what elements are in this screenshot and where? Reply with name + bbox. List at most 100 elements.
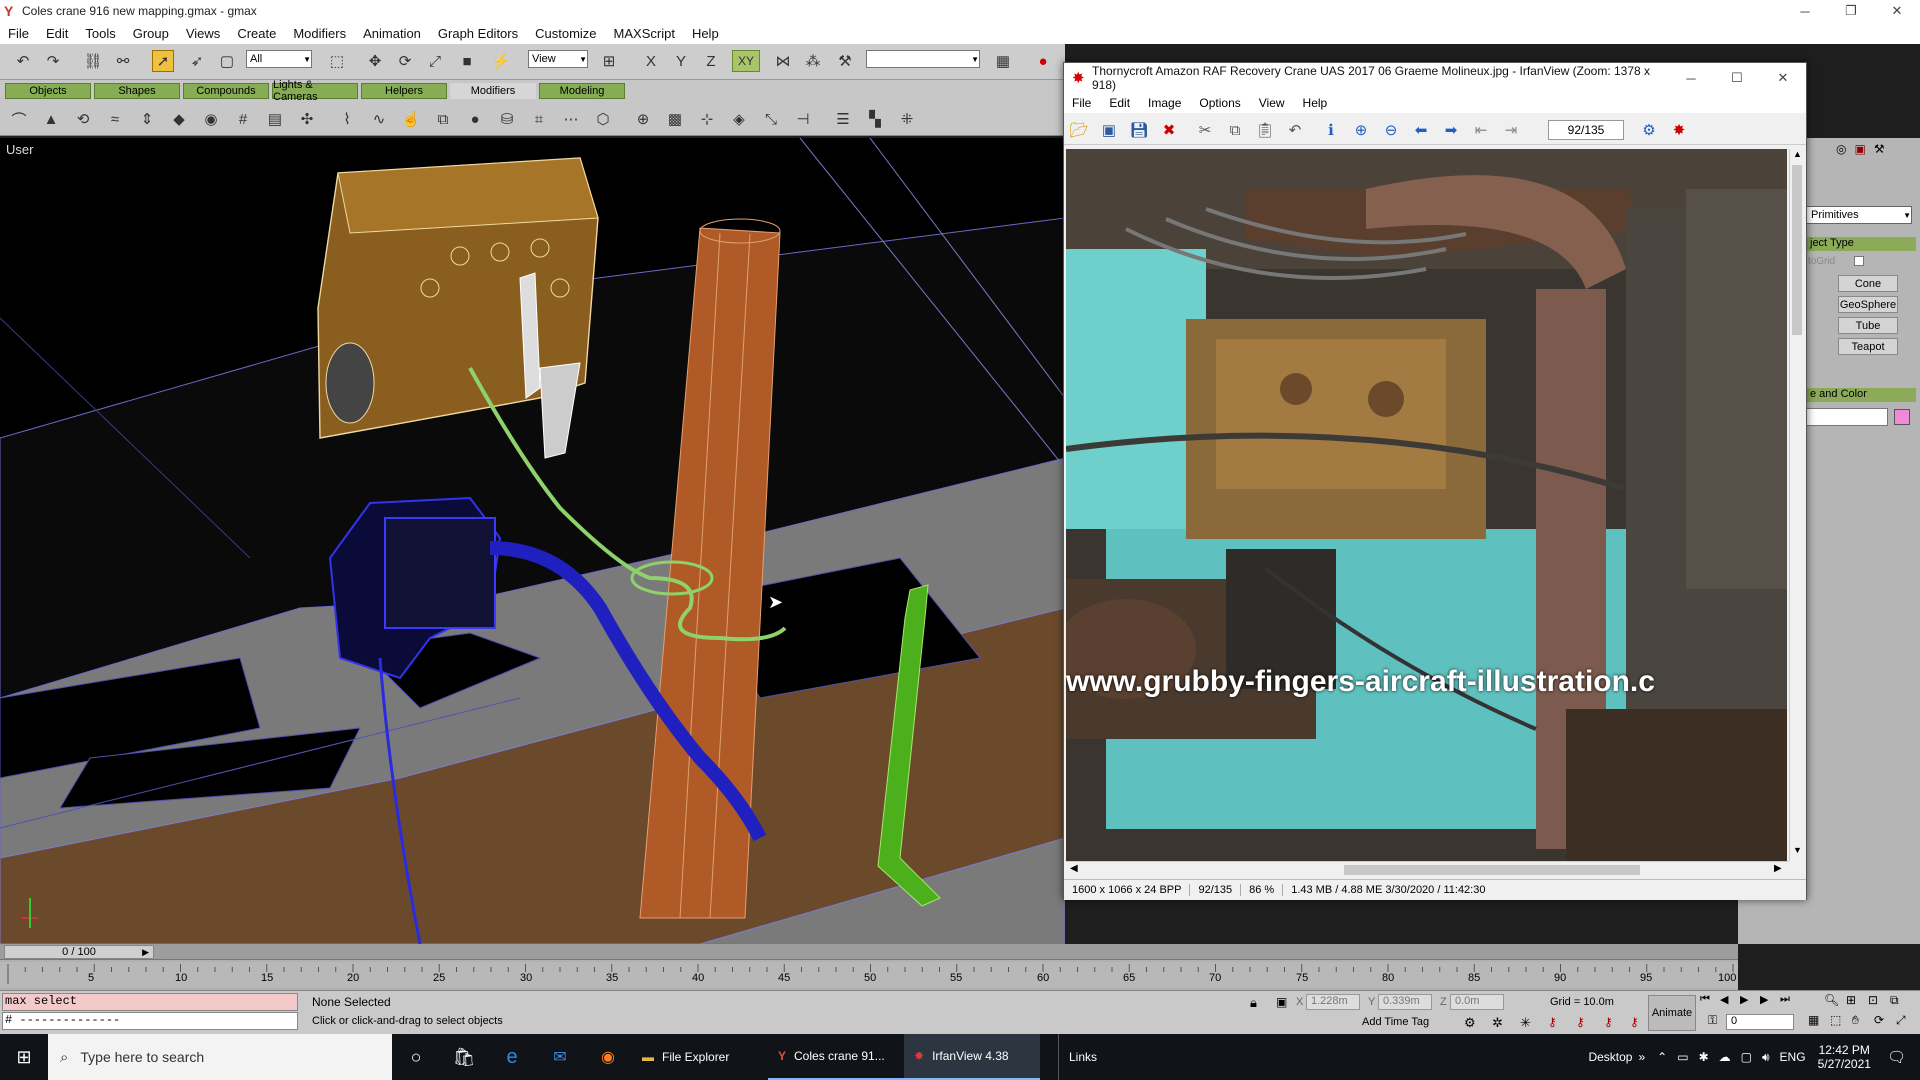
slideshow-icon[interactable]: ▣ — [1098, 119, 1120, 141]
play-icon[interactable]: ▶ — [1740, 993, 1748, 1006]
close-button[interactable]: ✕ — [1874, 0, 1920, 22]
pivot-icon[interactable]: ⊞ — [598, 50, 620, 72]
path-icon[interactable]: ⤡ — [760, 108, 782, 130]
tab-compounds[interactable]: Compounds — [183, 83, 269, 99]
lattice-icon[interactable]: # — [232, 108, 254, 130]
ref-coord-dropdown[interactable]: View ▼ — [528, 50, 588, 68]
scroll-up-icon[interactable]: ▲ — [1793, 149, 1802, 159]
autogrid-checkbox[interactable] — [1854, 256, 1864, 266]
rotate-icon[interactable]: ⟳ — [394, 50, 416, 72]
taskbar-search-box[interactable]: ⌕ Type here to search — [48, 1034, 392, 1080]
save-icon[interactable]: 💾︎ — [1128, 119, 1150, 141]
menu-file[interactable]: File — [8, 26, 29, 41]
utilities-icon[interactable]: ▣ — [1854, 142, 1865, 164]
edit-mesh-icon[interactable]: ⌇ — [336, 108, 358, 130]
tab-modeling[interactable]: Modeling — [539, 83, 625, 99]
menu-tools[interactable]: Tools — [85, 26, 115, 41]
rollout-object-type[interactable]: ject Type — [1806, 237, 1916, 251]
menu-graph-editors[interactable]: Graph Editors — [438, 26, 518, 41]
category-dropdown[interactable]: Primitives ▼ — [1806, 206, 1912, 224]
cylinder-icon[interactable]: ⛁ — [496, 108, 518, 130]
z-coordinate-field[interactable]: 0.0m — [1450, 994, 1504, 1010]
tab-shapes[interactable]: Shapes — [94, 83, 180, 99]
key-mode-icon[interactable]: ⚿ — [1708, 1013, 1717, 1028]
unwrap-icon[interactable]: ⌗ — [528, 108, 550, 130]
sphere-wire-icon[interactable]: ⊕ — [632, 108, 654, 130]
object-color-swatch[interactable] — [1894, 409, 1910, 425]
layer-icon[interactable]: ▦ — [992, 50, 1014, 72]
track-bar[interactable]: 5 10 15 20 25 30 35 40 45 50 55 60 65 70… — [0, 962, 1738, 988]
horizontal-scrollbar[interactable]: ◀ ▶ — [1066, 861, 1789, 877]
taskbar-file-explorer[interactable]: ▬ File Explorer — [632, 1034, 768, 1080]
undo-icon[interactable]: ↶ — [12, 50, 34, 72]
menu-animation[interactable]: Animation — [363, 26, 421, 41]
menu-customize[interactable]: Customize — [535, 26, 596, 41]
fov-icon[interactable]: ⬚ — [1830, 1013, 1841, 1027]
info-icon[interactable]: ℹ — [1320, 119, 1342, 141]
undo-icon[interactable]: ↶ — [1284, 119, 1306, 141]
language-indicator[interactable]: ENG — [1780, 1050, 1806, 1064]
layers-icon[interactable]: ☰ — [832, 108, 854, 130]
diamond-icon[interactable]: ◈ — [728, 108, 750, 130]
cut-icon[interactable]: ✂ — [1194, 119, 1216, 141]
menu-help[interactable]: Help — [692, 26, 719, 41]
irfan-menu-file[interactable]: File — [1072, 96, 1091, 110]
tube-button[interactable]: Tube — [1838, 317, 1898, 334]
taskbar-gmax[interactable]: Y Coles crane 91... — [768, 1034, 904, 1080]
taper-icon[interactable]: ▲ — [40, 108, 62, 130]
desktop-toolbar[interactable]: Desktop — [1588, 1050, 1632, 1064]
irfanview-image[interactable]: www.grubby-fingers-aircraft-illustration… — [1066, 149, 1787, 861]
prev-frame-icon[interactable]: ◀ — [1720, 993, 1728, 1006]
mirror-icon[interactable]: ⋈ — [772, 50, 794, 72]
select-object-icon[interactable]: ➚ — [152, 50, 174, 72]
next-icon[interactable]: ➡ — [1440, 119, 1462, 141]
connect-icon[interactable]: ⊣ — [792, 108, 814, 130]
menu-create[interactable]: Create — [237, 26, 276, 41]
zoom-icon[interactable]: 🔍︎ — [1824, 993, 1839, 1007]
last-page-icon[interactable]: ⇥ — [1500, 119, 1522, 141]
axis-z-icon[interactable]: Z — [700, 50, 722, 72]
mesh-smooth-icon[interactable]: ▩ — [664, 108, 686, 130]
hammer-icon[interactable]: ⚒ — [1874, 142, 1885, 164]
tab-lights-cameras[interactable]: Lights & Cameras — [272, 79, 358, 103]
ffd-icon[interactable]: ▤ — [264, 108, 286, 130]
irfan-maximize-button[interactable]: ☐ — [1714, 63, 1760, 93]
teapot-button[interactable]: Teapot — [1838, 338, 1898, 355]
plugin-icon[interactable]: ✳ — [1520, 1015, 1531, 1031]
zoom-all-icon[interactable]: ⊞ — [1846, 993, 1856, 1007]
box-icon[interactable]: ⬡ — [592, 108, 614, 130]
irfan-menu-edit[interactable]: Edit — [1109, 96, 1130, 110]
scale-square-icon[interactable]: ■ — [456, 50, 478, 72]
menu-edit[interactable]: Edit — [46, 26, 68, 41]
goto-end-icon[interactable]: ⏭ — [1780, 993, 1790, 1006]
volume-icon[interactable]: 🔊︎ — [1762, 1050, 1770, 1065]
bend-icon[interactable]: ⌒ — [8, 108, 30, 130]
irfan-close-button[interactable]: ✕ — [1760, 63, 1806, 93]
goto-start-icon[interactable]: ⏮ — [1700, 993, 1710, 1006]
scale-icon[interactable]: ⤢ — [424, 50, 446, 72]
arc-rotate-icon[interactable]: ⟳ — [1874, 1013, 1884, 1027]
spherify-icon[interactable]: ◉ — [200, 108, 222, 130]
squeeze-icon[interactable]: ◆ — [168, 108, 190, 130]
folder-tray-icon[interactable]: ▢ — [1741, 1050, 1752, 1064]
irfan-menu-view[interactable]: View — [1259, 96, 1285, 110]
twist-icon[interactable]: ⟲ — [72, 108, 94, 130]
toolbar-expand-icon[interactable]: » — [1638, 1050, 1645, 1064]
select-window-icon[interactable]: ⬚ — [326, 50, 348, 72]
store-icon[interactable]: 🛍︎ — [440, 1034, 488, 1080]
current-frame-field[interactable]: 0 — [1726, 1014, 1794, 1030]
irfan-logo-icon[interactable]: ✸ — [1668, 119, 1690, 141]
array-icon[interactable]: ⁂ — [802, 50, 824, 72]
irfan-menu-image[interactable]: Image — [1148, 96, 1181, 110]
open-icon[interactable]: 📂︎ — [1068, 119, 1090, 141]
irfan-minimize-button[interactable]: ─ — [1668, 63, 1714, 93]
edge-icon[interactable]: e — [488, 1034, 536, 1080]
maxscript-input[interactable]: # -------------- — [2, 1012, 298, 1030]
object-name-field[interactable] — [1806, 408, 1888, 426]
start-button[interactable]: ⊞ — [0, 1034, 48, 1080]
irfan-menu-options[interactable]: Options — [1199, 96, 1240, 110]
paste-icon[interactable]: 📋︎ — [1254, 119, 1276, 141]
redo-icon[interactable]: ↷ — [42, 50, 64, 72]
move-icon[interactable]: ✥ — [364, 50, 386, 72]
first-page-icon[interactable]: ⇤ — [1470, 119, 1492, 141]
